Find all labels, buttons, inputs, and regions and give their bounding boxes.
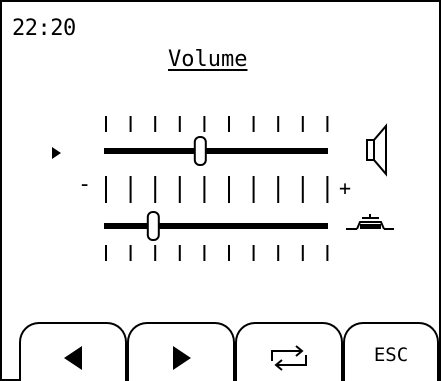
- tick-mark: [277, 176, 280, 203]
- tick-mark: [252, 245, 255, 261]
- keyclick-ticks-bottom: [105, 245, 329, 261]
- tick-mark: [178, 116, 181, 132]
- tick-mark: [203, 176, 206, 203]
- tick-mark: [105, 245, 107, 261]
- right-arrow-icon: [173, 346, 191, 370]
- lcd-screen: 22:20 Volume - + ESC: [0, 0, 441, 381]
- tick-mark: [326, 176, 329, 203]
- keyclick-track: [104, 223, 328, 229]
- toggle-button[interactable]: [235, 322, 343, 381]
- keyclick-knob[interactable]: [146, 211, 160, 241]
- tick-mark: [203, 245, 206, 261]
- tick-mark: [105, 116, 107, 132]
- tick-mark: [252, 116, 255, 132]
- volume-knob[interactable]: [193, 136, 207, 166]
- scale-max-label: +: [339, 176, 352, 200]
- tick-mark: [154, 176, 157, 203]
- tick-mark: [154, 245, 157, 261]
- tick-mark: [154, 116, 157, 132]
- right-button[interactable]: [127, 322, 235, 381]
- tick-mark: [252, 176, 255, 203]
- tick-mark: [129, 116, 132, 132]
- tick-mark: [105, 176, 107, 203]
- tick-mark: [203, 116, 206, 132]
- volume-track: [104, 148, 328, 154]
- tick-mark: [301, 245, 304, 261]
- scale-ticks: [105, 176, 329, 203]
- tick-mark: [178, 245, 181, 261]
- tick-mark: [228, 176, 230, 203]
- tick-mark: [129, 245, 132, 261]
- tick-mark: [301, 176, 304, 203]
- tick-mark: [301, 116, 304, 132]
- tick-mark: [228, 116, 230, 132]
- key-click-icon: [346, 214, 394, 230]
- keyclick-slider[interactable]: [104, 211, 329, 261]
- left-button[interactable]: [19, 322, 127, 381]
- scale-min-label: -: [78, 172, 92, 197]
- volume-ticks-top: [105, 116, 329, 132]
- tick-mark: [277, 245, 280, 261]
- esc-label: ESC: [373, 344, 409, 366]
- volume-slider[interactable]: [104, 116, 329, 166]
- tick-mark: [178, 176, 181, 203]
- tick-mark: [326, 245, 329, 261]
- esc-button[interactable]: ESC: [343, 322, 439, 381]
- tick-mark: [228, 245, 230, 261]
- speaker-icon: [366, 123, 387, 177]
- tick-mark: [129, 176, 132, 203]
- tick-mark: [326, 116, 329, 132]
- left-arrow-icon: [64, 346, 82, 370]
- selection-marker-icon: [52, 147, 61, 159]
- cycle-icon: [271, 345, 307, 371]
- tick-mark: [277, 116, 280, 132]
